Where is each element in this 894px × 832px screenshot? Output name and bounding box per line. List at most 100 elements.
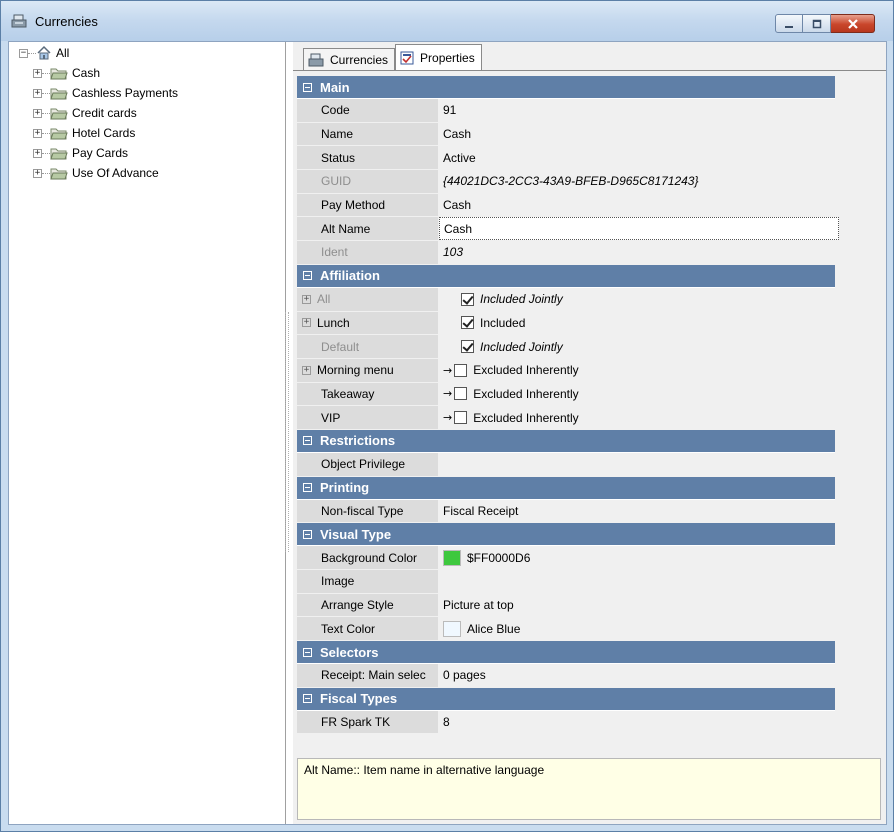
tree-node-root[interactable]: − All [19,44,69,62]
property-value[interactable]: Active [439,146,835,170]
tab-currencies[interactable]: Currencies [303,48,396,70]
property-row-status[interactable]: Status Active [297,146,835,171]
folder-icon [50,128,68,140]
category-title: Printing [320,480,370,496]
collapse-icon[interactable] [303,271,312,281]
property-value[interactable] [439,570,835,593]
category-title: Visual Type [320,526,392,542]
tab-properties[interactable]: Properties [395,44,482,70]
color-swatch[interactable] [443,620,461,637]
checkbox-default[interactable] [461,340,474,354]
register-icon [11,14,27,28]
properties-panel: Currencies Properties Main Code 91 Name Ca… [293,42,886,824]
checkbox-all[interactable] [461,292,474,306]
property-row-arrange-style[interactable]: Arrange Style Picture at top [297,593,835,618]
property-value[interactable]: 8 [439,710,835,734]
property-value[interactable]: Cash [439,193,835,217]
property-row-name[interactable]: Name Cash [297,122,835,147]
tree-item[interactable]: + Pay Cards [33,144,128,162]
expand-icon[interactable]: + [302,294,311,304]
category-printing[interactable]: Printing [297,476,835,500]
property-name: Image [297,570,439,593]
property-row-text-color[interactable]: Text Color Alice Blue [297,617,835,642]
category-fiscal-types[interactable]: Fiscal Types [297,687,835,711]
expand-icon[interactable]: + [33,168,42,178]
tree-root-label: All [56,46,70,60]
collapse-icon[interactable] [303,647,312,657]
property-row-vip[interactable]: VIP → Excluded Inherently [297,406,835,430]
property-row-takeaway[interactable]: Takeaway → Excluded Inherently [297,382,835,407]
category-title: Fiscal Types [320,691,398,707]
checkbox-morning-menu[interactable] [454,363,468,377]
color-swatch[interactable] [443,549,461,566]
tab-label: Properties [420,50,475,65]
property-row-code[interactable]: Code 91 [297,99,835,123]
collapse-icon[interactable] [303,82,312,92]
tree-item-label: Credit cards [72,106,137,120]
property-row-object-privilege[interactable]: Object Privilege [297,452,835,477]
tree-item[interactable]: + Credit cards [33,104,137,122]
alt-name-input[interactable]: Cash [439,217,839,241]
property-name: FR Spark TK [297,710,439,734]
property-row-image[interactable]: Image [297,570,835,594]
property-value: Included [480,315,526,330]
property-value[interactable]: Picture at top [439,593,835,617]
category-main[interactable]: Main [297,76,835,99]
category-affiliation[interactable]: Affiliation [297,264,835,288]
property-row-fr-spark-tk[interactable]: FR Spark TK 8 [297,710,835,735]
property-row-all[interactable]: + All Included Jointly [297,287,835,312]
property-value[interactable]: Cash [439,122,835,146]
tree-item[interactable]: + Cashless Payments [33,84,178,102]
property-name: Arrange Style [297,593,439,617]
splitter-handle[interactable] [285,312,289,552]
property-name: Text Color [297,617,439,641]
collapse-icon[interactable]: − [19,48,28,58]
property-row-default[interactable]: Default Included Jointly [297,335,835,359]
property-value[interactable]: Fiscal Receipt [439,499,835,523]
property-row-non-fiscal-type[interactable]: Non-fiscal Type Fiscal Receipt [297,499,835,524]
tree-item[interactable]: + Hotel Cards [33,124,135,142]
folder-icon [50,148,68,160]
minimize-button[interactable] [775,14,803,33]
maximize-button[interactable] [803,14,831,33]
property-row-receipt-main-selector[interactable]: Receipt: Main selec 0 pages [297,664,835,688]
properties-icon [400,51,414,64]
collapse-icon[interactable] [303,529,312,539]
category-title: Restrictions [320,433,396,449]
minimize-icon [785,25,793,28]
category-restrictions[interactable]: Restrictions [297,429,835,453]
category-visual-type[interactable]: Visual Type [297,523,835,547]
property-row-lunch[interactable]: + Lunch Included [297,311,835,336]
property-value[interactable] [439,452,835,476]
expand-icon[interactable]: + [33,128,42,138]
title-bar[interactable]: Currencies [1,1,893,41]
tree-item-label: Cashless Payments [72,86,179,100]
category-title: Main [320,79,350,95]
checkbox-lunch[interactable] [461,316,474,330]
property-row-morning-menu[interactable]: + Morning menu → Excluded Inherently [297,358,835,383]
property-value: 103 [439,241,835,264]
property-value: Included Jointly [480,292,563,307]
collapse-icon[interactable] [303,436,312,446]
tree-item[interactable]: + Cash [33,64,100,82]
category-selectors[interactable]: Selectors [297,641,835,665]
expand-icon[interactable]: + [302,318,311,328]
close-icon [847,18,858,29]
checkbox-takeaway[interactable] [454,387,468,401]
property-value[interactable]: 91 [439,99,835,122]
property-row-alt-name[interactable]: Alt Name Cash [297,217,839,242]
expand-icon[interactable]: + [302,365,311,375]
checkbox-vip[interactable] [454,411,468,425]
property-row-background-color[interactable]: Background Color $FF0000D6 [297,546,835,570]
expand-icon[interactable]: + [33,148,42,158]
expand-icon[interactable]: + [33,108,42,118]
tree-item[interactable]: + Use Of Advance [33,164,159,182]
expand-icon[interactable]: + [33,88,42,98]
collapse-icon[interactable] [303,694,312,704]
property-row-pay-method[interactable]: Pay Method Cash [297,193,835,218]
close-button[interactable] [831,14,875,33]
expand-icon[interactable]: + [33,68,42,78]
property-value[interactable]: 0 pages [439,664,835,687]
collapse-icon[interactable] [303,483,312,493]
folder-icon [50,68,68,80]
